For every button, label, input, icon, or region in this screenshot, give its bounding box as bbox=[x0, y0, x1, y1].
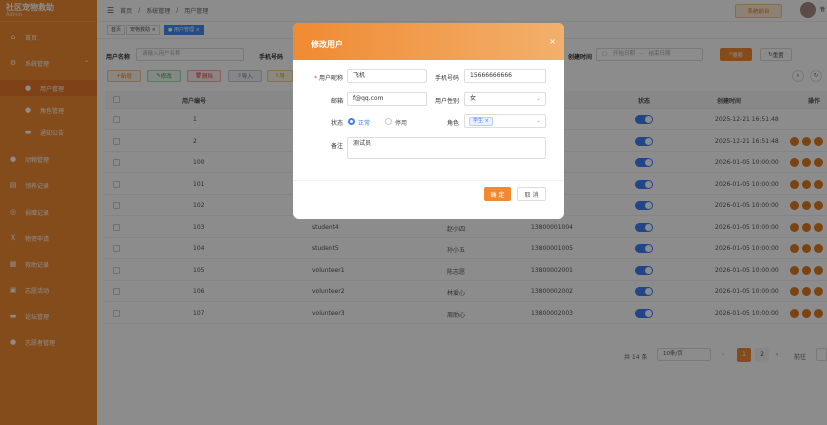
role-label: 角色 bbox=[446, 120, 459, 127]
edit-user-dialog: 修改用户 × * 用户昵称 飞机 手机号码 15666666666 邮箱 f@q… bbox=[293, 23, 564, 219]
role-tag-label: 学生 bbox=[473, 118, 484, 124]
role-select[interactable]: 学生 × ⌄ bbox=[464, 114, 546, 128]
remark-textarea[interactable]: 测试员 bbox=[347, 137, 546, 159]
chevron-down-icon: ⌄ bbox=[535, 95, 541, 102]
email-input[interactable]: f@qq.com bbox=[347, 92, 427, 106]
status-label: 状态 bbox=[330, 120, 343, 127]
confirm-button[interactable]: 确 定 bbox=[484, 187, 511, 201]
remark-label: 备注 bbox=[330, 143, 343, 150]
status-disabled-radio[interactable] bbox=[385, 118, 392, 125]
close-icon[interactable]: × bbox=[549, 37, 556, 46]
phone-input[interactable]: 15666666666 bbox=[464, 69, 546, 83]
email-label: 邮箱 bbox=[330, 98, 343, 105]
nickname-label-text: 用户昵称 bbox=[318, 75, 343, 82]
phone-label: 手机号码 bbox=[434, 75, 459, 82]
status-normal-radio[interactable] bbox=[348, 118, 355, 125]
close-icon[interactable]: × bbox=[485, 118, 489, 124]
status-disabled-label[interactable]: 停用 bbox=[395, 118, 407, 127]
chevron-down-icon: ⌄ bbox=[535, 117, 541, 124]
role-tag: 学生 × bbox=[469, 117, 493, 126]
nickname-label: * 用户昵称 bbox=[307, 73, 343, 82]
dialog-header: 修改用户 bbox=[293, 23, 564, 60]
dialog-divider bbox=[293, 180, 564, 181]
status-normal-label[interactable]: 正常 bbox=[358, 118, 370, 127]
gender-label: 用户性别 bbox=[434, 98, 459, 105]
nickname-input[interactable]: 飞机 bbox=[347, 69, 427, 83]
cancel-button[interactable]: 取 消 bbox=[517, 187, 546, 201]
confirm-label: 确 定 bbox=[490, 191, 505, 199]
cancel-label: 取 消 bbox=[524, 191, 539, 199]
dialog-title: 修改用户 bbox=[311, 40, 343, 49]
gender-select[interactable]: 女 ⌄ bbox=[464, 92, 546, 106]
gender-value: 女 bbox=[470, 95, 477, 102]
